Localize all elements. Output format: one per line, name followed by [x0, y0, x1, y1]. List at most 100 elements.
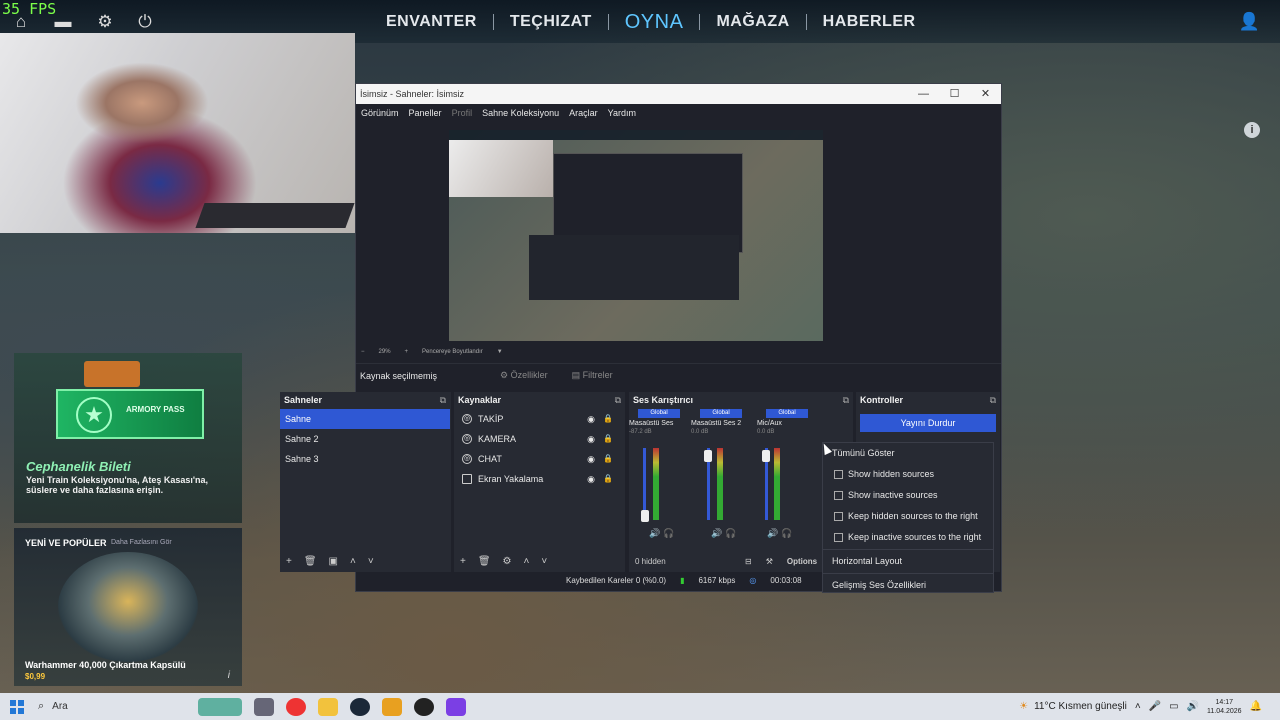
- chevron-down-icon[interactable]: ▼: [497, 349, 503, 355]
- properties-button[interactable]: ⚙ Özellikler: [500, 370, 548, 381]
- speaker-icon[interactable]: 🔊: [711, 528, 722, 539]
- add-icon[interactable]: +: [286, 556, 292, 567]
- menu-araclar[interactable]: Araçlar: [569, 108, 598, 118]
- checkbox[interactable]: [834, 491, 843, 500]
- user-icon[interactable]: 👤: [1239, 12, 1260, 32]
- zoom-fit-option[interactable]: Pencereye Boyutlandır: [422, 349, 483, 355]
- arrow-down-icon[interactable]: ˅: [368, 556, 374, 567]
- chrome-icon[interactable]: [286, 697, 306, 716]
- popout-icon[interactable]: ⧉: [615, 392, 621, 409]
- lock-icon[interactable]: 🔒: [603, 469, 613, 489]
- close-icon[interactable]: ✕: [970, 84, 1001, 104]
- channel-name[interactable]: Masaüstü Ses: [629, 420, 689, 427]
- maximize-icon[interactable]: ☐: [939, 84, 970, 104]
- source-item[interactable]: ◎ TAKİP ◉ 🔒: [454, 409, 625, 429]
- network-icon[interactable]: ▭: [1169, 701, 1178, 712]
- menu-profil[interactable]: Profil: [452, 108, 473, 118]
- weather-text[interactable]: 11°C Kısmen güneşli: [1034, 701, 1127, 712]
- popout-icon[interactable]: ⧉: [440, 392, 446, 409]
- channel-name[interactable]: Mic/Aux: [757, 420, 817, 427]
- options-button[interactable]: Options: [787, 557, 817, 566]
- windows-start-icon[interactable]: [10, 699, 24, 714]
- eye-icon[interactable]: ◉: [587, 469, 595, 489]
- inventory-icon[interactable]: ▬: [53, 12, 73, 32]
- source-item[interactable]: Ekran Yakalama ◉ 🔒: [454, 469, 625, 489]
- eye-icon[interactable]: ◉: [587, 429, 595, 449]
- mic-icon[interactable]: 🎤: [1149, 701, 1161, 712]
- minimize-icon[interactable]: —: [908, 84, 939, 104]
- menu-item-keep-hidden[interactable]: Keep hidden sources to the right: [823, 506, 993, 527]
- add-icon[interactable]: +: [460, 556, 466, 567]
- speaker-icon[interactable]: 🔊: [649, 528, 660, 539]
- checkbox[interactable]: [834, 533, 843, 542]
- lock-icon[interactable]: 🔒: [603, 449, 613, 469]
- steam-icon[interactable]: [350, 697, 370, 716]
- nav-oyna[interactable]: OYNA: [609, 11, 700, 34]
- scene-item[interactable]: Sahne 2: [280, 429, 450, 449]
- tools-icon[interactable]: ⚒: [766, 557, 773, 566]
- volume-knob[interactable]: [641, 510, 649, 522]
- menu-item-keep-inactive[interactable]: Keep inactive sources to the right: [823, 527, 993, 548]
- gear-icon[interactable]: ⚙: [95, 12, 115, 32]
- filters-button[interactable]: ▤ Filtreler: [572, 370, 613, 381]
- channel-name[interactable]: Masaüstü Ses 2: [691, 420, 751, 427]
- power-icon[interactable]: ⏻: [135, 12, 155, 32]
- filter-icon[interactable]: ▣: [329, 556, 338, 567]
- menu-item-show-all[interactable]: Tümünü Göster: [823, 443, 993, 464]
- trash-icon[interactable]: 🗑: [304, 556, 317, 567]
- zoom-out-icon[interactable]: −: [361, 349, 365, 355]
- folder-icon[interactable]: [318, 697, 338, 716]
- menu-item-show-hidden[interactable]: Show hidden sources: [823, 464, 993, 485]
- scene-item[interactable]: Sahne: [280, 409, 450, 429]
- stop-stream-button[interactable]: Yayını Durdur: [860, 414, 996, 432]
- info-icon[interactable]: i: [228, 670, 230, 681]
- twitch-icon[interactable]: [446, 697, 466, 716]
- speaker-icon[interactable]: 🔊: [767, 528, 778, 539]
- arrow-up-icon[interactable]: ˄: [524, 556, 530, 567]
- new-popular-card[interactable]: YENİ VE POPÜLER Daha Fazlasını Gör Warha…: [14, 528, 242, 686]
- eye-icon[interactable]: ◉: [587, 449, 595, 469]
- lock-icon[interactable]: 🔒: [603, 409, 613, 429]
- see-more-link[interactable]: Daha Fazlasını Gör: [111, 539, 172, 546]
- chevron-up-icon[interactable]: ˄: [1135, 701, 1141, 712]
- popout-icon[interactable]: ⧉: [990, 392, 996, 409]
- obs-preview[interactable]: [449, 130, 823, 341]
- armory-pass-card[interactable]: ★ ARMORY PASS Cephanelik Bileti Yeni Tra…: [14, 353, 242, 523]
- source-item[interactable]: ◎ KAMERA ◉ 🔒: [454, 429, 625, 449]
- eye-icon[interactable]: ◉: [587, 409, 595, 429]
- trash-icon[interactable]: 🗑: [478, 556, 491, 567]
- volume-knob[interactable]: [704, 450, 712, 462]
- menu-paneller[interactable]: Paneller: [409, 108, 442, 118]
- menu-item-show-inactive[interactable]: Show inactive sources: [823, 485, 993, 506]
- headphones-icon[interactable]: 🎧: [663, 528, 674, 539]
- arrow-up-icon[interactable]: ˄: [350, 556, 356, 567]
- arrow-down-icon[interactable]: ˅: [541, 556, 547, 567]
- popout-icon[interactable]: ⧉: [843, 392, 849, 409]
- checkbox[interactable]: [834, 512, 843, 521]
- nav-magaza[interactable]: MAĞAZA: [700, 13, 805, 31]
- home-icon[interactable]: ⌂: [11, 12, 31, 32]
- volume-icon[interactable]: 🔊: [1187, 701, 1199, 712]
- headphones-icon[interactable]: 🎧: [781, 528, 792, 539]
- menu-yardim[interactable]: Yardım: [608, 108, 636, 118]
- menu-sahne-koleksiyonu[interactable]: Sahne Koleksiyonu: [482, 108, 559, 118]
- nav-techizat[interactable]: TEÇHIZAT: [494, 13, 608, 31]
- lock-icon[interactable]: 🔒: [603, 429, 613, 449]
- nav-haberler[interactable]: HABERLER: [807, 13, 932, 31]
- cs-icon[interactable]: [382, 697, 402, 716]
- layout-icon[interactable]: ⊟: [745, 557, 752, 566]
- scene-item[interactable]: Sahne 3: [280, 449, 450, 469]
- zoom-in-icon[interactable]: +: [405, 349, 409, 355]
- menu-item-advanced-audio[interactable]: Gelişmiş Ses Özellikleri: [823, 575, 993, 596]
- checkbox[interactable]: [834, 470, 843, 479]
- volume-knob[interactable]: [762, 450, 770, 462]
- nav-envanter[interactable]: ENVANTER: [370, 13, 493, 31]
- widget-icon[interactable]: [198, 697, 242, 716]
- menu-item-horizontal-layout[interactable]: Horizontal Layout: [823, 551, 993, 572]
- gear-icon[interactable]: ⚙: [503, 556, 512, 567]
- headphones-icon[interactable]: 🎧: [725, 528, 736, 539]
- source-item[interactable]: ◎ CHAT ◉ 🔒: [454, 449, 625, 469]
- notification-icon[interactable]: 🔔: [1250, 701, 1262, 712]
- taskbar-search[interactable]: ⌕ Ara: [38, 700, 168, 713]
- clock[interactable]: 14:17 11.04.2026: [1207, 698, 1242, 716]
